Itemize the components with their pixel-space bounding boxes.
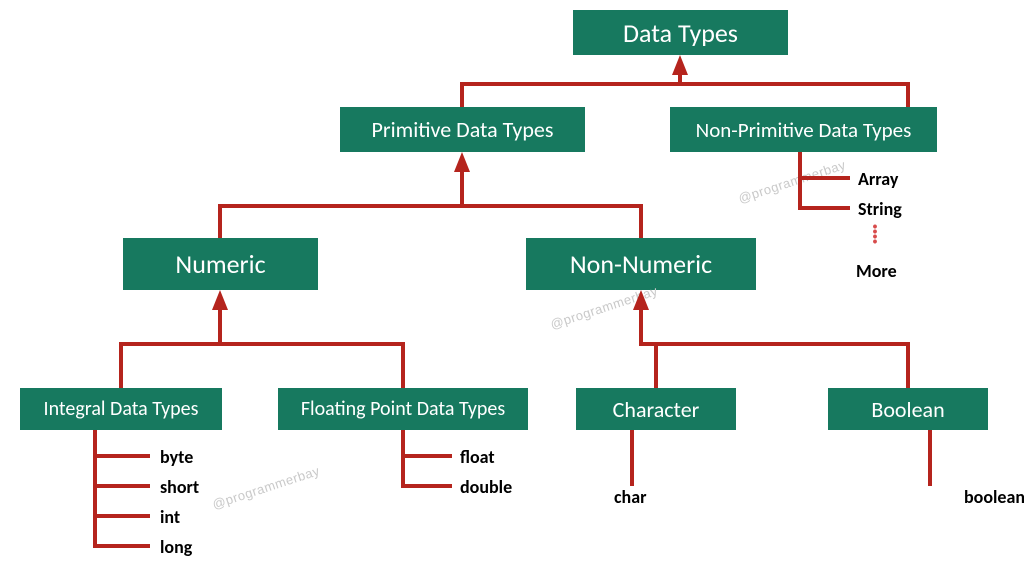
watermark-2: @programmerbay — [548, 283, 659, 332]
node-numeric: Numeric — [123, 238, 318, 290]
leaf-int: int — [160, 506, 180, 528]
dots-more: •••• — [870, 224, 880, 244]
leaf-boolean: boolean — [964, 486, 1024, 508]
leaf-byte: byte — [160, 446, 193, 468]
node-boolean: Boolean — [828, 388, 988, 430]
leaf-more: More — [856, 260, 897, 282]
node-integral: Integral Data Types — [20, 388, 222, 430]
leaf-long: long — [160, 536, 192, 558]
node-root: Data Types — [573, 10, 788, 55]
node-primitive: Primitive Data Types — [340, 107, 585, 152]
leaf-float: float — [460, 446, 495, 468]
leaf-double: double — [460, 476, 512, 498]
watermark-1: @programmerbay — [210, 463, 321, 512]
leaf-char: char — [614, 486, 646, 508]
leaf-short: short — [160, 476, 199, 498]
leaf-array: Array — [858, 168, 898, 190]
node-floating: Floating Point Data Types — [278, 388, 528, 430]
leaf-string: String — [858, 198, 902, 220]
node-non-numeric: Non-Numeric — [526, 238, 756, 290]
node-character: Character — [576, 388, 736, 430]
node-non-primitive: Non-Primitive Data Types — [670, 107, 937, 152]
watermark-3: @programmerbay — [736, 157, 847, 206]
